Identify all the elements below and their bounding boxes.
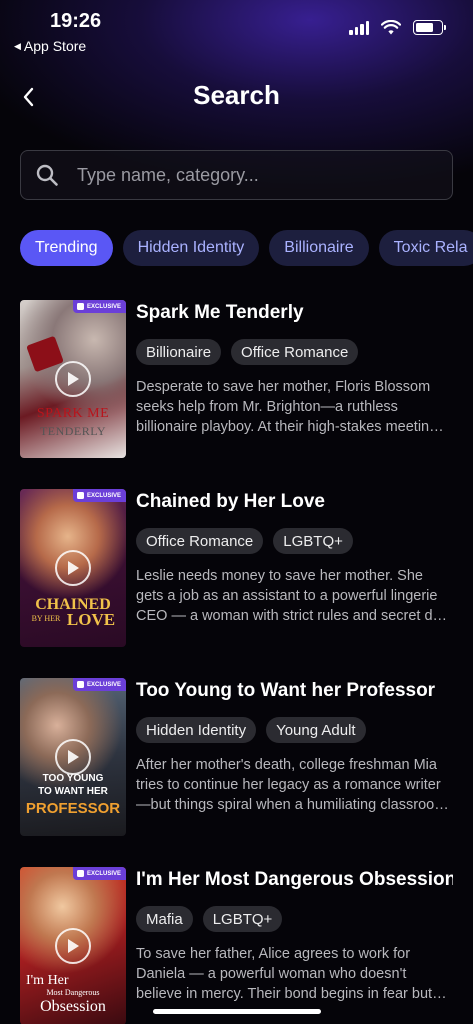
description-line: billionaire playboy. At their high-stake… <box>136 419 444 435</box>
play-icon <box>55 739 91 775</box>
tag[interactable]: Office Romance <box>136 528 264 554</box>
play-icon <box>55 550 91 586</box>
exclusive-badge: EXCLUSIVE <box>72 867 126 880</box>
tag[interactable]: Billionaire <box>136 339 222 365</box>
back-triangle-icon: ◀ <box>14 40 21 51</box>
cover-image[interactable]: EXCLUSIVE TOO YOUNG TO WANT HER PROFESSO… <box>20 678 126 836</box>
description-line: gets a job as an assistant to a powerful… <box>136 588 438 604</box>
item-description: After her mother's death, college freshm… <box>136 755 453 815</box>
home-indicator[interactable] <box>153 1009 321 1014</box>
status-time: 19:26 <box>50 10 102 32</box>
cover-title-line: I'm Her <box>26 973 69 988</box>
item-title[interactable]: Spark Me Tenderly <box>136 300 453 326</box>
header: Search <box>0 72 473 122</box>
cover-title-line: SPARK ME <box>36 406 110 421</box>
wifi-icon <box>381 20 401 35</box>
page-title: Search <box>193 80 280 110</box>
cover-title-line: TENDERLY <box>39 424 107 438</box>
item-title[interactable]: Too Young to Want her Professor <box>136 678 453 704</box>
item-description: To save her father, Alice agrees to work… <box>136 944 453 1004</box>
item-tags: Hidden Identity Young Adult <box>136 717 453 743</box>
item-description: Leslie needs money to save her mother. S… <box>136 566 453 626</box>
description-line: Daniela — a powerful woman who doesn't <box>136 966 407 982</box>
play-icon <box>55 361 91 397</box>
item-tags: Billionaire Office Romance <box>136 339 453 365</box>
tag[interactable]: LGBTQ+ <box>202 906 283 932</box>
description-line: After her mother's death, college freshm… <box>136 757 437 773</box>
item-tags: Office Romance LGBTQ+ <box>136 528 453 554</box>
cover-image[interactable]: EXCLUSIVE I'm Her Most Dangerous Obsessi… <box>20 867 126 1024</box>
tag[interactable]: Young Adult <box>266 717 366 743</box>
list-item[interactable]: EXCLUSIVE I'm Her Most Dangerous Obsessi… <box>20 867 453 1024</box>
list-item[interactable]: EXCLUSIVE TOO YOUNG TO WANT HER PROFESSO… <box>20 678 453 867</box>
search-icon <box>36 164 58 186</box>
cover-title-line: TO WANT HER <box>38 786 108 797</box>
cover-image[interactable]: EXCLUSIVE SPARK ME TENDERLY <box>20 300 126 458</box>
item-info: I'm Her Most Dangerous Obsession Mafia L… <box>136 867 453 1004</box>
item-tags: Mafia LGBTQ+ <box>136 906 453 932</box>
exclusive-badge: EXCLUSIVE <box>72 489 126 502</box>
exclusive-badge: EXCLUSIVE <box>72 300 126 313</box>
description-line: —but things spiral when a humiliating cl… <box>136 797 449 813</box>
cover-title-line: TOO YOUNG <box>42 773 104 784</box>
back-to-app-store[interactable]: ◀ App Store <box>14 38 86 54</box>
chip-hidden-identity[interactable]: Hidden Identity <box>122 230 260 266</box>
cover-image[interactable]: EXCLUSIVE CHAINED BY HER LOVE <box>20 489 126 647</box>
cover-title-line: Obsession <box>40 998 106 1015</box>
chip-trending[interactable]: Trending <box>20 230 113 266</box>
description-line: seeks help from Mr. Brighton—a ruthless <box>136 399 398 415</box>
tag[interactable]: LGBTQ+ <box>273 528 353 554</box>
item-info: Spark Me Tenderly Billionaire Office Rom… <box>136 300 453 437</box>
description-line: Leslie needs money to save her mother. S… <box>136 568 423 584</box>
list-item[interactable]: EXCLUSIVE CHAINED BY HER LOVE Chained by… <box>20 489 453 678</box>
description-line: tries to continue her legacy as a romanc… <box>136 777 441 793</box>
tag[interactable]: Hidden Identity <box>136 717 257 743</box>
results-list: EXCLUSIVE SPARK ME TENDERLY Spark Me Ten… <box>20 300 453 1024</box>
cover-title-line: LOVE <box>66 610 116 629</box>
battery-icon <box>413 20 446 35</box>
cover-title-line: Most Dangerous <box>46 988 100 997</box>
back-app-label: App Store <box>23 38 87 54</box>
item-description: Desperate to save her mother, Floris Blo… <box>136 377 453 437</box>
chip-toxic-relationship[interactable]: Toxic Rela <box>378 230 473 266</box>
item-info: Chained by Her Love Office Romance LGBTQ… <box>136 489 453 626</box>
description-line: CEO — a woman with strict rules and secr… <box>136 608 448 624</box>
search-input[interactable] <box>77 164 417 186</box>
tag[interactable]: Office Romance <box>231 339 359 365</box>
exclusive-badge: EXCLUSIVE <box>72 678 126 691</box>
list-item[interactable]: EXCLUSIVE SPARK ME TENDERLY Spark Me Ten… <box>20 300 453 489</box>
category-chips: Trending Hidden Identity Billionaire Tox… <box>20 230 473 266</box>
item-title[interactable]: Chained by Her Love <box>136 489 453 515</box>
tag[interactable]: Mafia <box>136 906 193 932</box>
play-icon <box>55 928 91 964</box>
status-icons <box>349 20 446 35</box>
chip-billionaire[interactable]: Billionaire <box>269 230 369 266</box>
item-info: Too Young to Want her Professor Hidden I… <box>136 678 453 815</box>
description-line: Desperate to save her mother, Floris Blo… <box>136 379 431 395</box>
description-line: believe in mercy. Their bond begins in f… <box>136 986 447 1002</box>
description-line: To save her father, Alice agrees to work… <box>136 946 411 962</box>
item-title[interactable]: I'm Her Most Dangerous Obsession <box>136 867 453 893</box>
cover-title-line: PROFESSOR <box>25 800 121 817</box>
status-bar: 19:26 ◀ App Store <box>0 0 473 60</box>
cellular-signal-icon <box>349 20 369 35</box>
search-bar[interactable] <box>20 150 453 200</box>
